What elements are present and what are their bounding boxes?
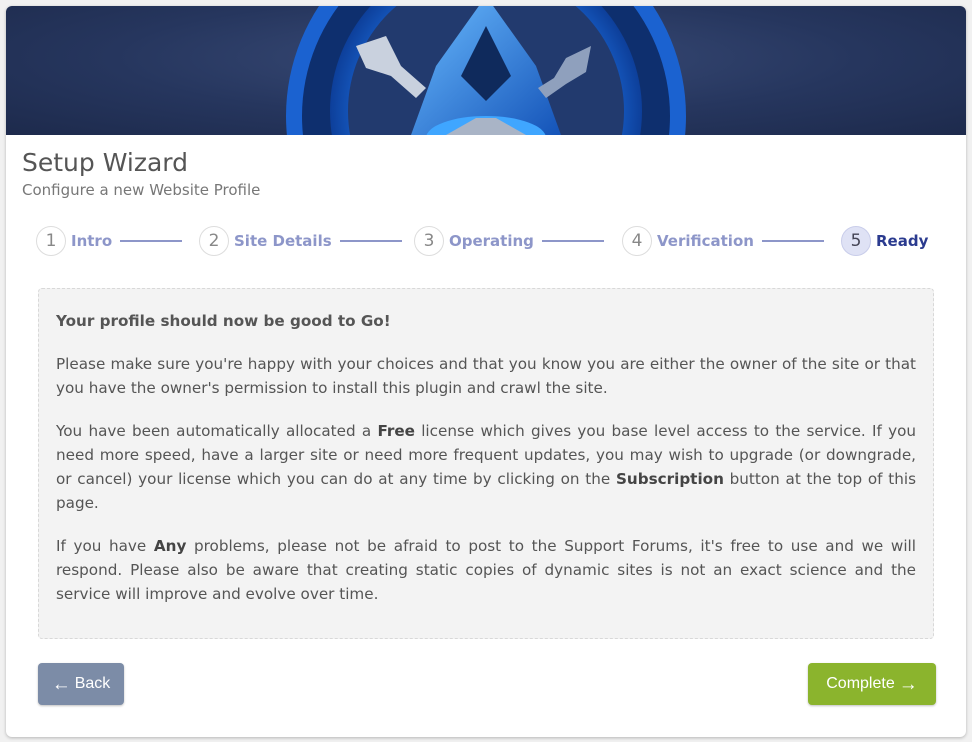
ready-message-panel: Your profile should now be good to Go! P… xyxy=(38,288,934,639)
step-label: Site Details xyxy=(234,232,332,250)
wizard-steps: 1 Intro 2 Site Details 3 Operating 4 Ver… xyxy=(6,224,966,258)
step-intro[interactable]: 1 Intro xyxy=(36,224,183,258)
step-label: Operating xyxy=(449,232,534,250)
arrow-right-icon: → xyxy=(898,673,918,695)
back-button-label: Back xyxy=(74,675,111,692)
step-connector xyxy=(761,240,824,242)
step-number: 5 xyxy=(841,226,871,256)
logo-emblem-icon xyxy=(286,6,686,135)
message-paragraph: Please make sure you're happy with your … xyxy=(56,355,916,397)
banner-image xyxy=(6,6,966,135)
step-number: 1 xyxy=(36,226,66,256)
step-connector xyxy=(120,240,183,242)
back-button[interactable]: ← Back xyxy=(38,663,124,705)
step-label: Intro xyxy=(71,232,113,250)
step-verification[interactable]: 4 Verification xyxy=(622,224,824,258)
page-title: Setup Wizard xyxy=(22,148,188,177)
step-number: 4 xyxy=(622,226,652,256)
step-operating[interactable]: 3 Operating xyxy=(414,224,604,258)
page-subtitle: Configure a new Website Profile xyxy=(22,181,261,199)
step-site-details[interactable]: 2 Site Details xyxy=(199,224,402,258)
complete-button[interactable]: Complete → xyxy=(808,663,936,705)
step-number: 2 xyxy=(199,226,229,256)
step-label: Verification xyxy=(657,232,754,250)
step-connector xyxy=(541,240,604,242)
message-paragraph: You have been automatically allocated a … xyxy=(56,422,916,512)
step-connector xyxy=(339,240,402,242)
arrow-left-icon: ← xyxy=(51,673,71,695)
complete-button-label: Complete xyxy=(826,675,895,692)
step-label: Ready xyxy=(876,232,929,250)
message-lead: Your profile should now be good to Go! xyxy=(56,312,391,330)
step-ready[interactable]: 5 Ready xyxy=(841,224,928,258)
setup-wizard-card: Setup Wizard Configure a new Website Pro… xyxy=(6,6,966,737)
step-number: 3 xyxy=(414,226,444,256)
message-paragraph: If you have Any problems, please not be … xyxy=(56,537,916,603)
